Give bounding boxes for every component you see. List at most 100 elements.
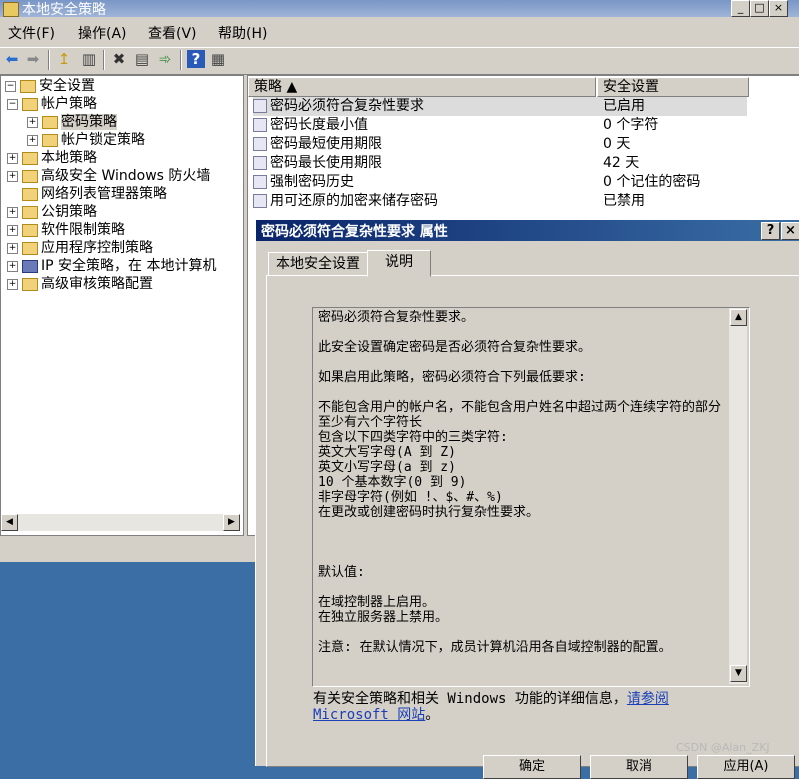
- tab-explain[interactable]: 说明: [367, 250, 431, 277]
- tree-pane: − 安全设置 − 帐户策略 + 密码策略 + 帐户锁定策略 + 本地策略 + 高级安全 Wi…: [0, 75, 244, 536]
- dialog-help-button[interactable]: ?: [761, 222, 780, 240]
- policy-icon: [253, 194, 267, 208]
- watermark: CSDN @Alan_ZKJ: [676, 741, 770, 754]
- tree-item-advanced-audit[interactable]: + 高级审核策略配置: [7, 275, 153, 293]
- more-info-text: 有关安全策略和相关 Windows 功能的详细信息，请参阅 Microsoft …: [313, 691, 753, 723]
- window-title: 本地安全策略: [22, 2, 106, 18]
- table-row[interactable]: 密码最短使用期限 0 天: [253, 135, 747, 154]
- help-icon[interactable]: ?: [187, 50, 205, 68]
- policy-icon: [253, 118, 267, 132]
- tree-item-label: 密码策略: [61, 114, 117, 130]
- tree-item-security-settings[interactable]: − 安全设置: [5, 77, 95, 95]
- policy-name: 用可还原的加密来储存密码: [270, 193, 438, 209]
- expand-icon[interactable]: +: [7, 170, 18, 182]
- policy-icon: [253, 156, 267, 170]
- column-header-label: 策略 ▲: [254, 79, 298, 95]
- toolbar-separator: [48, 50, 50, 70]
- apply-button[interactable]: 应用(A): [697, 755, 795, 779]
- folder-icon: [22, 187, 38, 201]
- tree-item-label: 应用程序控制策略: [41, 240, 153, 256]
- explain-text: 密码必须符合复杂性要求。 此安全设置确定密码是否必须符合复杂性要求。 如果启用此…: [318, 310, 722, 655]
- cancel-button[interactable]: 取消: [590, 755, 688, 779]
- collapse-icon[interactable]: −: [7, 98, 18, 110]
- column-header-setting[interactable]: 安全设置: [597, 77, 749, 97]
- scroll-down-icon[interactable]: ▼: [730, 665, 747, 682]
- table-row[interactable]: 密码长度最小值 0 个字符: [253, 116, 747, 135]
- expand-icon[interactable]: +: [7, 260, 18, 272]
- tree-item-label: 帐户策略: [41, 96, 97, 112]
- policy-name: 密码最短使用期限: [270, 136, 382, 152]
- security-folder-icon: [20, 79, 36, 93]
- more-info-label: 有关安全策略和相关 Windows 功能的详细信息，: [313, 691, 627, 707]
- tree-item-ip-security[interactable]: + IP 安全策略，在 本地计算机: [7, 257, 216, 275]
- toolbar-separator: [103, 50, 105, 70]
- dialog-title: 密码必须符合复杂性要求 属性: [261, 224, 448, 240]
- close-button[interactable]: ×: [769, 0, 788, 17]
- back-arrow-icon[interactable]: ⬅: [3, 50, 21, 68]
- tree-item-label: 网络列表管理器策略: [41, 186, 167, 202]
- delete-icon[interactable]: ✖: [110, 50, 128, 68]
- more-info-end: 。: [425, 707, 440, 723]
- folder-icon: [22, 241, 38, 255]
- folder-icon: [42, 133, 58, 147]
- table-row[interactable]: 用可还原的加密来储存密码 已禁用: [253, 192, 747, 211]
- tree-item-label: 公钥策略: [41, 204, 97, 220]
- expand-icon[interactable]: +: [27, 116, 38, 128]
- policy-name: 密码长度最小值: [270, 117, 368, 133]
- explain-vertical-scrollbar[interactable]: ▲ ▼: [729, 308, 747, 684]
- tree-item-account-lockout-policy[interactable]: + 帐户锁定策略: [27, 131, 145, 149]
- tree-item-network-list-manager[interactable]: 网络列表管理器策略: [22, 185, 167, 203]
- tab-local-security-setting[interactable]: 本地安全设置: [268, 252, 368, 276]
- menu-help[interactable]: 帮助(H): [218, 23, 267, 43]
- column-header-label: 安全设置: [603, 79, 659, 95]
- policy-icon: [253, 99, 267, 113]
- folder-icon: [42, 115, 58, 129]
- tree-item-account-policies[interactable]: − 帐户策略: [7, 95, 97, 113]
- maximize-button[interactable]: □: [750, 0, 769, 17]
- tree-item-public-key-policies[interactable]: + 公钥策略: [7, 203, 97, 221]
- show-tree-icon[interactable]: ▥: [80, 50, 98, 68]
- properties-icon[interactable]: ▤: [133, 50, 151, 68]
- folder-icon: [22, 169, 38, 183]
- security-policy-app-icon: [3, 2, 19, 17]
- menu-view[interactable]: 查看(V): [148, 23, 197, 43]
- ok-button[interactable]: 确定: [483, 755, 581, 779]
- tree-item-local-policies[interactable]: + 本地策略: [7, 149, 97, 167]
- tree-item-application-control[interactable]: + 应用程序控制策略: [7, 239, 153, 257]
- tree-item-software-restriction[interactable]: + 软件限制策略: [7, 221, 125, 239]
- policy-name: 密码最长使用期限: [270, 155, 382, 171]
- collapse-icon[interactable]: −: [5, 80, 16, 92]
- expand-icon[interactable]: +: [7, 152, 18, 164]
- forward-arrow-icon[interactable]: ➡: [24, 50, 42, 68]
- dialog-close-button[interactable]: ×: [781, 222, 799, 240]
- folder-icon: [22, 151, 38, 165]
- scroll-up-icon[interactable]: ▲: [730, 309, 747, 326]
- minimize-button[interactable]: _: [731, 0, 750, 17]
- menu-action[interactable]: 操作(A): [78, 23, 127, 43]
- table-row[interactable]: 强制密码历史 0 个记住的密码: [253, 173, 747, 192]
- expand-icon[interactable]: +: [7, 242, 18, 254]
- up-folder-icon[interactable]: ↥: [55, 50, 73, 68]
- expand-icon[interactable]: +: [7, 278, 18, 290]
- policy-setting: 0 天: [603, 136, 631, 152]
- expand-icon[interactable]: +: [27, 134, 38, 146]
- tree-horizontal-scrollbar[interactable]: ◀ ▶: [1, 514, 240, 531]
- expand-icon[interactable]: +: [7, 206, 18, 218]
- table-row[interactable]: 密码必须符合复杂性要求 已启用: [253, 97, 747, 116]
- tree-item-password-policy[interactable]: + 密码策略: [27, 113, 117, 131]
- scroll-right-icon[interactable]: ▶: [223, 514, 240, 531]
- explain-textbox[interactable]: 密码必须符合复杂性要求。 此安全设置确定密码是否必须符合复杂性要求。 如果启用此…: [312, 307, 750, 687]
- expand-icon[interactable]: +: [7, 224, 18, 236]
- tree-item-windows-firewall[interactable]: + 高级安全 Windows 防火墙: [7, 167, 210, 185]
- folder-icon: [22, 277, 38, 291]
- export-icon[interactable]: ➾: [156, 50, 174, 68]
- tree-item-label: 安全设置: [39, 78, 95, 94]
- table-row[interactable]: 密码最长使用期限 42 天: [253, 154, 747, 173]
- console-icon[interactable]: ▦: [209, 50, 227, 68]
- policy-icon: [253, 175, 267, 189]
- menu-file[interactable]: 文件(F): [8, 23, 55, 43]
- scroll-left-icon[interactable]: ◀: [1, 514, 18, 531]
- column-header-policy[interactable]: 策略 ▲: [248, 77, 596, 97]
- tree-item-label: IP 安全策略，在 本地计算机: [41, 258, 217, 274]
- policy-setting: 已启用: [603, 98, 645, 114]
